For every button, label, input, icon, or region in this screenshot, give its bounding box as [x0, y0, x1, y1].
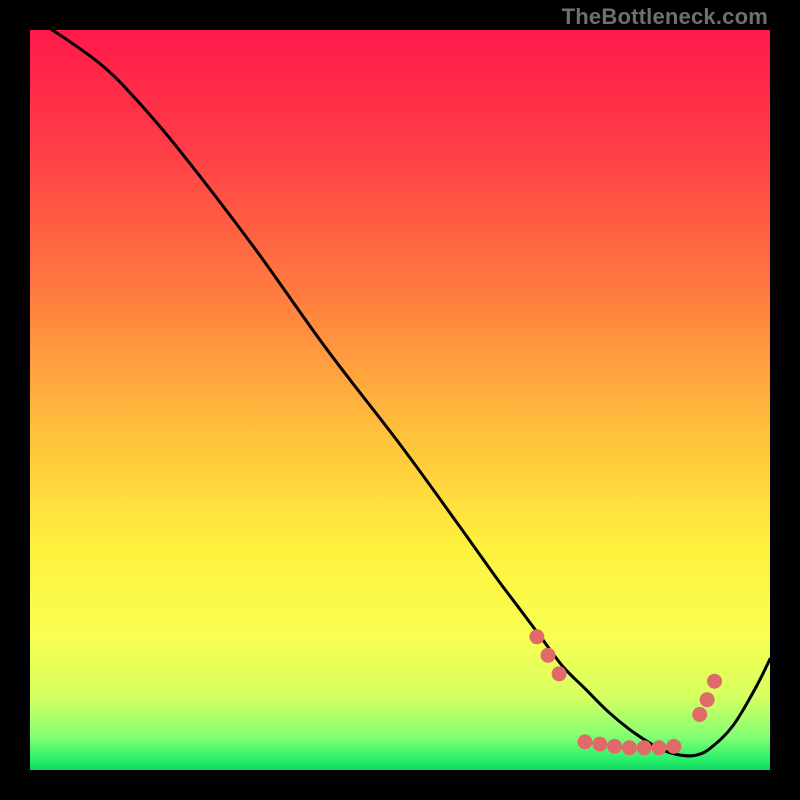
highlight-dot: [541, 648, 556, 663]
highlight-dot: [707, 674, 722, 689]
highlight-dot: [607, 739, 622, 754]
highlight-dot: [622, 740, 637, 755]
highlight-dot: [592, 737, 607, 752]
highlight-dot: [700, 692, 715, 707]
chart-frame: [30, 30, 770, 770]
highlight-dot: [552, 666, 567, 681]
highlight-dot: [666, 739, 681, 754]
bottleneck-chart: [30, 30, 770, 770]
highlight-dot: [652, 740, 667, 755]
highlight-dot: [529, 629, 544, 644]
chart-background: [30, 30, 770, 770]
watermark-text: TheBottleneck.com: [562, 4, 768, 30]
highlight-dot: [692, 707, 707, 722]
highlight-dot: [578, 734, 593, 749]
highlight-dot: [637, 740, 652, 755]
